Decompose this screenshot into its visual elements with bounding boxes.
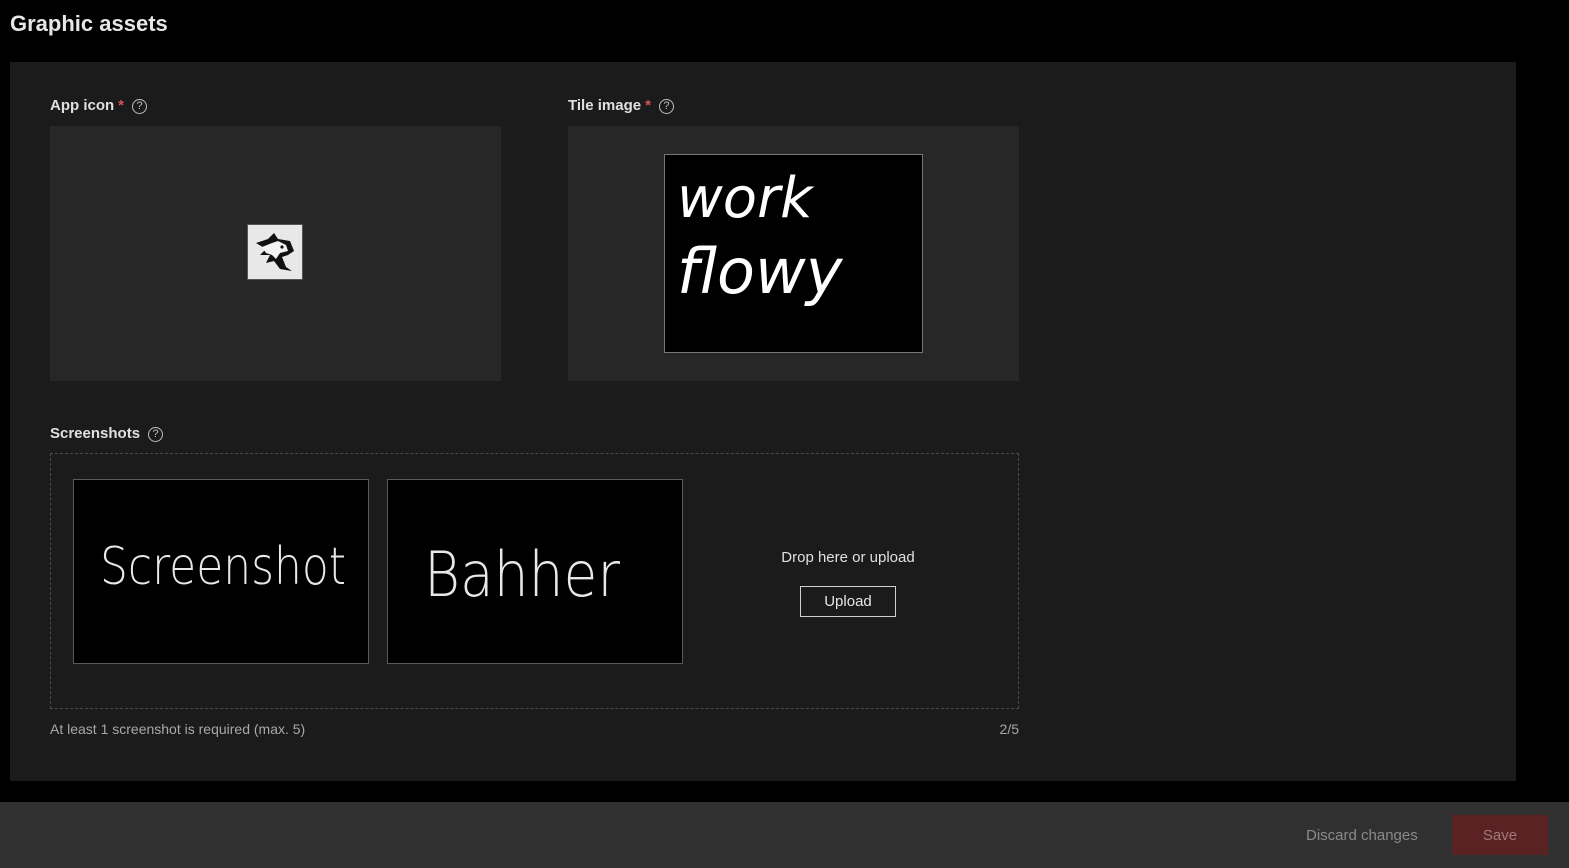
tile-image-upload-box[interactable]: work flowy <box>568 126 1019 381</box>
save-button[interactable]: Save <box>1452 815 1548 855</box>
footer-bar: Discard changes Save <box>0 802 1569 868</box>
screenshot-caption: Screenshot <box>100 537 346 597</box>
help-icon[interactable]: ? <box>148 426 164 442</box>
tile-image-text-line1: work <box>677 166 815 231</box>
app-icon-label-row: App icon * ? <box>50 97 148 115</box>
help-icon[interactable]: ? <box>658 98 674 114</box>
page-title: Graphic assets <box>10 11 168 36</box>
screenshots-label-row: Screenshots ? <box>50 425 164 443</box>
tile-image-preview: work flowy <box>664 154 923 353</box>
screenshot-thumbnail[interactable]: Bahher <box>387 479 683 664</box>
help-icon[interactable]: ? <box>132 98 148 114</box>
required-marker: * <box>118 97 125 114</box>
drop-instruction: Drop here or upload <box>781 549 915 566</box>
fox-logo-icon <box>247 224 303 280</box>
graphic-assets-panel: App icon * ? Tile image * ? work flowy S… <box>10 62 1516 781</box>
screenshots-count: 2/5 <box>999 721 1019 737</box>
tile-image-text-line2: flowy <box>677 235 844 308</box>
tile-image-label: Tile image <box>568 97 642 114</box>
required-marker: * <box>645 97 651 114</box>
screenshot-thumbnail[interactable]: Screenshot <box>73 479 369 664</box>
app-icon-label: App icon <box>50 97 115 114</box>
screenshot-caption: Bahher <box>424 538 620 611</box>
screenshots-hint: At least 1 screenshot is required (max. … <box>50 721 306 737</box>
discard-changes-button[interactable]: Discard changes <box>1296 820 1428 850</box>
upload-button[interactable]: Upload <box>800 586 896 617</box>
screenshots-dropzone[interactable]: Screenshot Bahher Drop here or upload Up… <box>50 453 1019 709</box>
app-icon-upload-box[interactable] <box>50 126 501 381</box>
screenshots-label: Screenshots <box>50 425 141 442</box>
tile-image-label-row: Tile image * ? <box>568 97 674 115</box>
